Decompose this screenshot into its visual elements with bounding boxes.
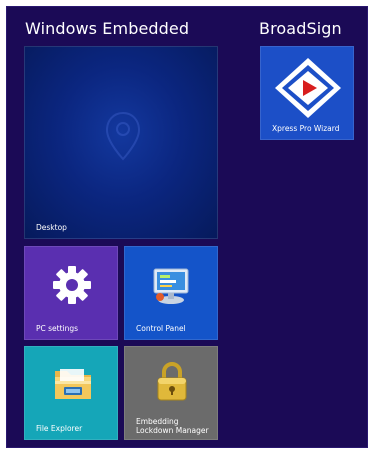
tile-label-pc-settings: PC settings <box>36 324 79 333</box>
group-title-windows-embedded: Windows Embedded <box>25 19 190 38</box>
tile-control-panel[interactable]: Control Panel <box>124 246 218 340</box>
start-screen: Windows Embedded BroadSign Desktop PC se… <box>6 6 368 448</box>
group-title-broadsign: BroadSign <box>259 19 342 38</box>
tile-embedding-lockdown-manager[interactable]: Embedding Lockdown Manager <box>124 346 218 440</box>
tile-label-embedding-lockdown-manager: Embedding Lockdown Manager <box>136 417 209 435</box>
padlock-icon <box>155 361 189 403</box>
tile-file-explorer[interactable]: File Explorer <box>24 346 118 440</box>
tile-label-xpress-pro-wizard: Xpress Pro Wizard <box>272 124 340 133</box>
tile-label-file-explorer: File Explorer <box>36 424 83 433</box>
tile-pc-settings[interactable]: PC settings <box>24 246 118 340</box>
gear-icon <box>52 265 92 305</box>
windows-embedded-watermark-icon <box>105 111 141 161</box>
tile-label-desktop: Desktop <box>36 223 67 232</box>
tile-desktop[interactable]: Desktop <box>24 46 218 239</box>
control-panel-icon <box>151 267 193 305</box>
tile-label-control-panel: Control Panel <box>136 324 186 333</box>
folder-icon <box>52 365 94 403</box>
tile-xpress-pro-wizard[interactable]: Xpress Pro Wizard <box>260 46 354 140</box>
play-logo-icon <box>272 55 344 121</box>
